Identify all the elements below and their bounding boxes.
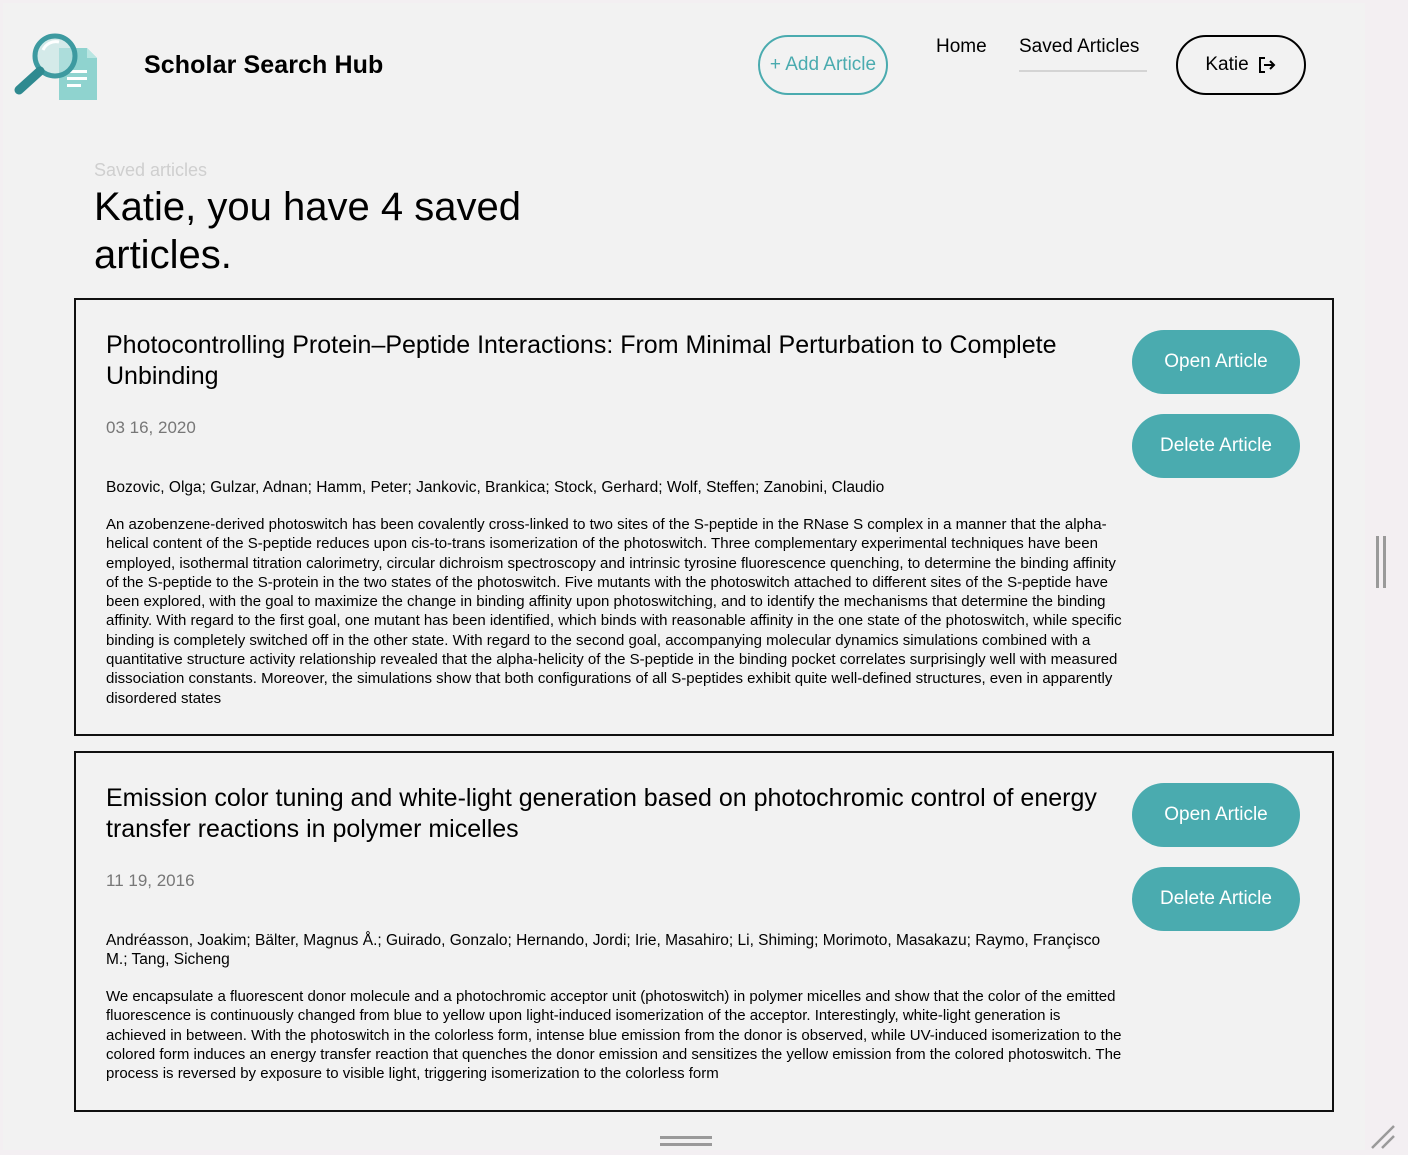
add-article-button[interactable]: + Add Article (758, 35, 888, 95)
article-card: Photocontrolling Protein–Peptide Interac… (74, 298, 1334, 736)
app-window: Scholar Search Hub + Add Article Home Sa… (3, 3, 1365, 1150)
article-actions: Open Article Delete Article (1132, 330, 1302, 498)
article-authors: Bozovic, Olga; Gulzar, Adnan; Hamm, Pete… (106, 479, 885, 496)
open-article-button[interactable]: Open Article (1132, 783, 1300, 847)
delete-article-button[interactable]: Delete Article (1132, 867, 1300, 931)
article-actions: Open Article Delete Article (1132, 783, 1302, 951)
article-date: 11 19, 2016 (106, 871, 195, 890)
article-date: 03 16, 2020 (106, 418, 196, 437)
logout-icon (1257, 56, 1277, 74)
brand-name[interactable]: Scholar Search Hub (144, 51, 383, 80)
article-abstract: We encapsulate a fluorescent donor molec… (106, 988, 1122, 1083)
article-title: Photocontrolling Protein–Peptide Interac… (106, 331, 1057, 390)
article-authors: Andréasson, Joakim; Bälter, Magnus Å.; G… (106, 932, 1101, 968)
article-abstract: An azobenzene-derived photoswitch has be… (106, 516, 1122, 707)
user-name: Katie (1205, 54, 1249, 75)
logo-icon (13, 30, 103, 106)
user-logout-button[interactable]: Katie (1176, 35, 1306, 95)
bottom-drag-handle[interactable] (660, 1136, 712, 1146)
delete-article-button[interactable]: Delete Article (1132, 414, 1300, 478)
resize-grip-icon[interactable] (1370, 1124, 1396, 1150)
page-title: Katie, you have 4 saved articles. (94, 185, 521, 277)
nav-home-link[interactable]: Home (936, 36, 987, 58)
article-title: Emission color tuning and white-light ge… (106, 784, 1097, 843)
article-card: Emission color tuning and white-light ge… (74, 751, 1334, 1112)
nav-saved-articles-link[interactable]: Saved Articles (1019, 36, 1147, 72)
article-content: Emission color tuning and white-light ge… (106, 783, 1122, 1083)
side-drag-handle[interactable] (1376, 536, 1386, 588)
article-content: Photocontrolling Protein–Peptide Interac… (106, 330, 1122, 708)
open-article-button[interactable]: Open Article (1132, 330, 1300, 394)
section-eyebrow: Saved articles (94, 160, 208, 180)
